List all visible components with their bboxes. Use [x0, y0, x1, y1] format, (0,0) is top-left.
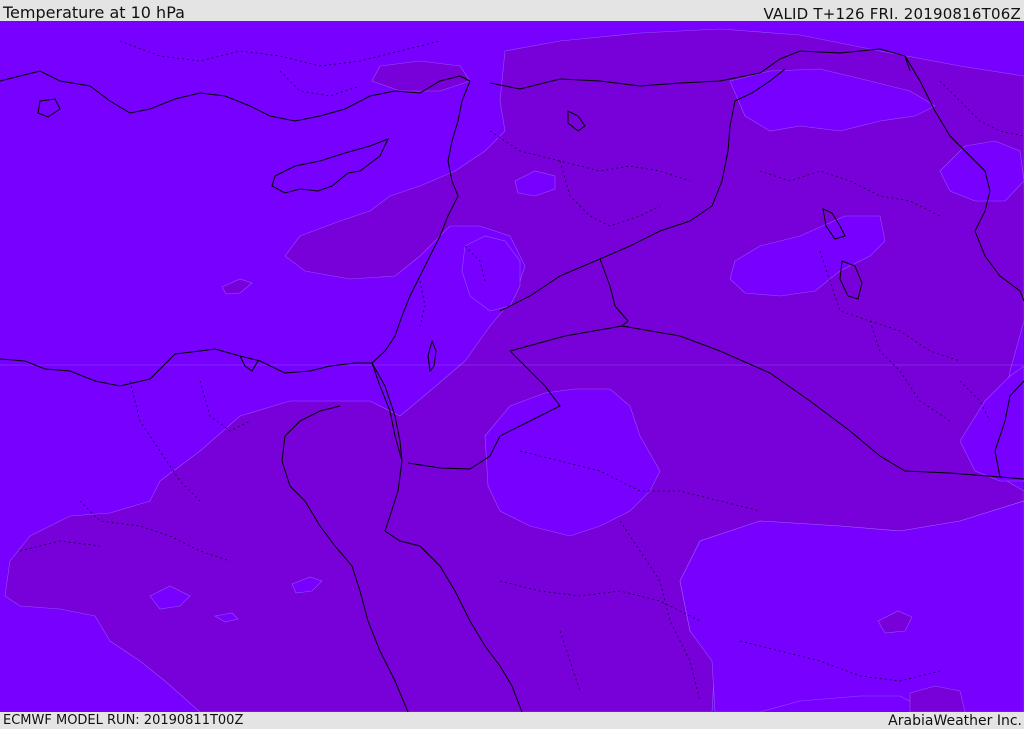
- coastline-north-africa: [0, 348, 372, 387]
- warm-pocket-lebanon: [461, 235, 521, 312]
- coastline-cyprus: [271, 138, 389, 194]
- contour-region-north: [371, 60, 471, 92]
- contour-region-small: [221, 278, 253, 295]
- valid-time: VALID T+126 FRI. 20190816T06Z: [763, 5, 1021, 23]
- map-canvas: [0, 28, 1024, 712]
- credit-label: ArabiaWeather Inc.: [888, 713, 1022, 729]
- province-lines-israel: [419, 280, 426, 327]
- model-run: ECMWF MODEL RUN: 20190811T00Z: [3, 713, 244, 728]
- map-header: Temperature at 10 hPa VALID T+126 FRI. 2…: [0, 0, 1024, 23]
- province-lines-turkey-2: [279, 70, 361, 97]
- weather-map: [0, 21, 1024, 712]
- province-lines-turkey: [119, 40, 441, 67]
- dead-sea: [427, 339, 437, 373]
- warm-pocket-saudi-south: [679, 500, 1024, 712]
- greece-islands: [37, 98, 61, 118]
- map-footer: ECMWF MODEL RUN: 20190811T00Z ArabiaWeat…: [0, 712, 1024, 729]
- map-title: Temperature at 10 hPa: [3, 3, 185, 22]
